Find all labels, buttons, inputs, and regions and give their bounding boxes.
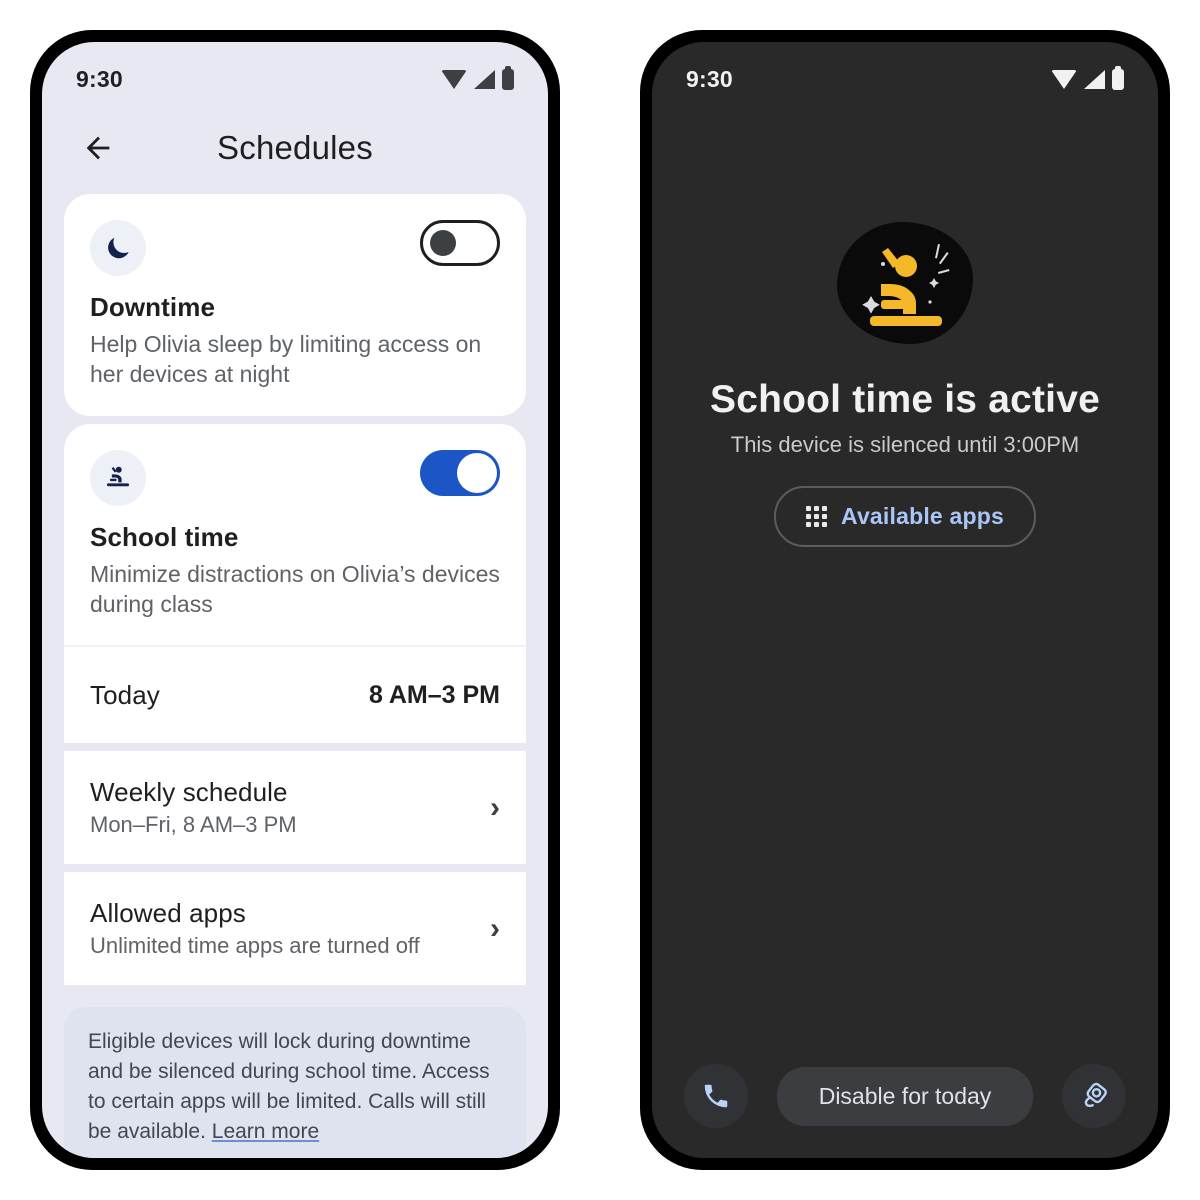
row-subtitle: Unlimited time apps are turned off: [90, 933, 420, 959]
footer-note: Eligible devices will lock during downti…: [64, 1007, 526, 1158]
screenshot-stage: 9:30 Schedules Downtime Help Olivia slee…: [0, 0, 1200, 1200]
available-apps-button[interactable]: Available apps: [773, 486, 1036, 547]
table-row-weekly-schedule[interactable]: Weekly schedule Mon–Fri, 8 AM–3 PM ›: [64, 751, 526, 865]
status-bar-right: 9:30: [652, 42, 1158, 102]
settings-list: Downtime Help Olivia sleep by limiting a…: [42, 194, 548, 1158]
row-title: Allowed apps: [90, 898, 246, 929]
school-time-active-title: School time is active: [709, 378, 1100, 421]
wifi-icon: [1051, 69, 1077, 89]
status-bar-left: 9:30: [42, 42, 548, 102]
status-icons: [1051, 65, 1124, 90]
battery-icon: [502, 65, 514, 90]
row-title: Today: [90, 679, 160, 710]
signal-icon: [1084, 69, 1105, 89]
signal-icon: [474, 69, 495, 89]
row-inner[interactable]: Weekly schedule Mon–Fri, 8 AM–3 PM ›: [64, 751, 526, 865]
row-labels: Today: [90, 680, 160, 711]
apps-grid-icon: [805, 506, 827, 527]
phone-right: 9:30 School time is active This device i…: [640, 30, 1170, 1170]
status-time: 9:30: [686, 65, 733, 92]
phone-button[interactable]: [684, 1064, 748, 1128]
school-time-card-body: School time Minimize distractions on Oli…: [64, 506, 526, 646]
downtime-title: Downtime: [90, 292, 216, 322]
wifi-icon: [441, 69, 467, 89]
status-icons: [441, 65, 514, 90]
downtime-description: Help Olivia sleep by limiting access on …: [90, 331, 482, 388]
available-apps-label: Available apps: [840, 503, 1004, 529]
back-button[interactable]: [72, 122, 124, 174]
app-bar: Schedules: [42, 102, 548, 194]
school-time-icon: [90, 449, 146, 506]
row-title: Weekly schedule: [90, 777, 288, 808]
battery-icon: [1112, 65, 1124, 90]
table-row-allowed-apps[interactable]: Allowed apps Unlimited time apps are tur…: [64, 872, 526, 986]
phone-left: 9:30 Schedules Downtime Help Olivia slee…: [30, 30, 560, 1170]
toggle-knob: [430, 230, 456, 256]
school-time-active-screen: 9:30 School time is active This device i…: [652, 42, 1158, 1158]
table-row-today[interactable]: Today 8 AM–3 PM: [64, 647, 526, 744]
toggle-knob: [457, 452, 497, 493]
downtime-toggle[interactable]: [420, 220, 500, 266]
schedules-screen: 9:30 Schedules Downtime Help Olivia slee…: [42, 42, 548, 1158]
downtime-card[interactable]: Downtime Help Olivia sleep by limiting a…: [64, 194, 526, 416]
row-labels: Weekly schedule Mon–Fri, 8 AM–3 PM: [90, 777, 297, 838]
school-time-content: School time is active This device is sil…: [652, 102, 1158, 1158]
status-time: 9:30: [76, 65, 123, 92]
school-time-illustration: [837, 222, 973, 344]
row-subtitle: Mon–Fri, 8 AM–3 PM: [90, 812, 297, 838]
illustration-art: [862, 244, 950, 326]
school-time-title: School time: [90, 521, 239, 552]
school-time-card[interactable]: School time Minimize distractions on Oli…: [64, 423, 526, 744]
school-time-active-subtitle: This device is silenced until 3:00PM: [730, 432, 1080, 457]
downtime-card-body: Downtime Help Olivia sleep by limiting a…: [64, 276, 526, 416]
row-labels: Allowed apps Unlimited time apps are tur…: [90, 898, 420, 959]
row-value: 8 AM–3 PM: [368, 680, 500, 709]
school-time-description: Minimize distractions on Olivia’s device…: [90, 560, 500, 618]
camera-icon: [1084, 1082, 1107, 1108]
school-time-toggle[interactable]: [420, 449, 500, 496]
chevron-right-icon: ›: [490, 911, 500, 945]
downtime-card-header: [64, 194, 526, 276]
disable-for-today-button[interactable]: Disable for today: [776, 1066, 1034, 1126]
moon-icon: [90, 220, 146, 276]
learn-more-link[interactable]: Learn more: [212, 1120, 319, 1143]
arrow-back-icon: [86, 136, 110, 160]
row-inner[interactable]: Allowed apps Unlimited time apps are tur…: [64, 872, 526, 986]
camera-button[interactable]: [1062, 1064, 1126, 1128]
school-time-card-header: [64, 424, 526, 506]
phone-icon: [704, 1084, 728, 1108]
chevron-right-icon: ›: [490, 790, 500, 824]
bottom-bar: Disable for today: [652, 1064, 1158, 1128]
